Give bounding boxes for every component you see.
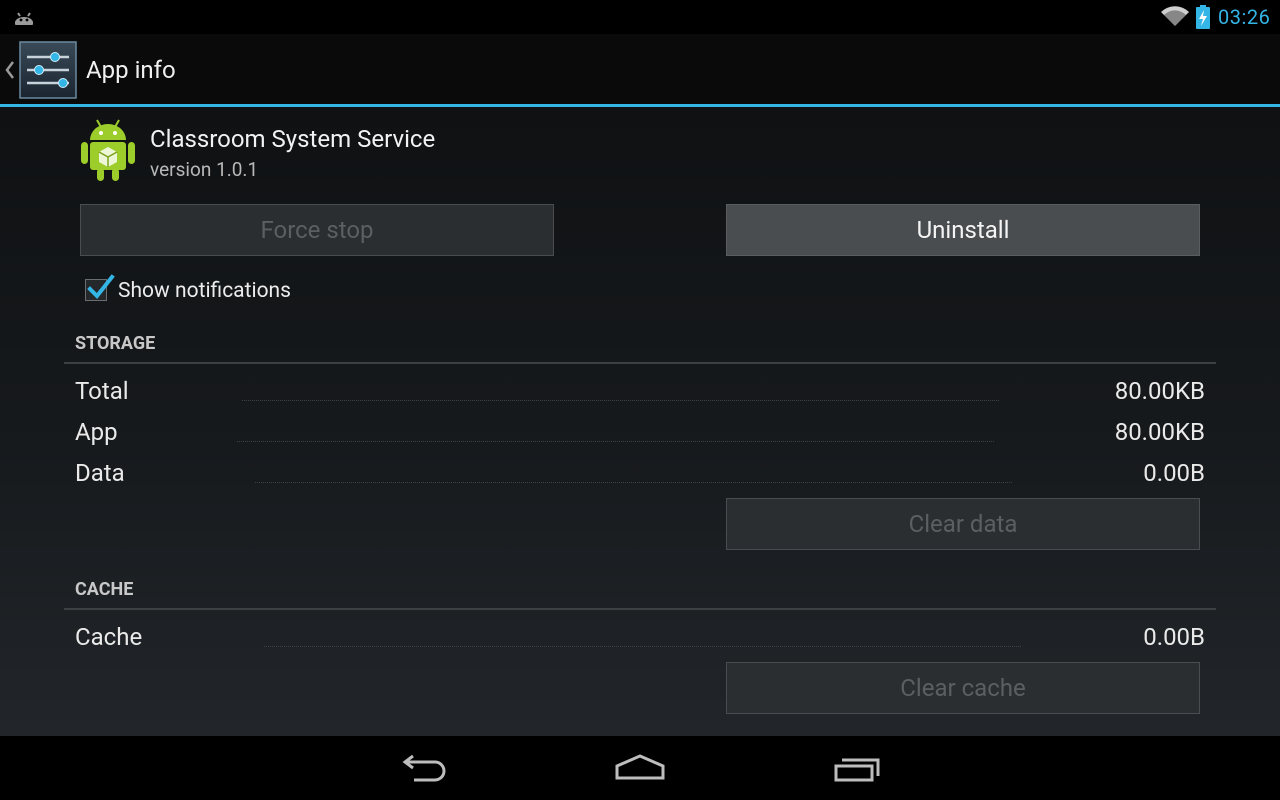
cache-value: 0.00B — [1143, 623, 1205, 651]
uninstall-button[interactable]: Uninstall — [726, 204, 1200, 256]
back-icon[interactable] — [389, 750, 459, 790]
storage-app-value: 80.00KB — [1114, 418, 1205, 446]
clear-cache-button[interactable]: Clear cache — [726, 662, 1200, 714]
checkmark-icon — [87, 274, 115, 300]
recent-apps-icon[interactable] — [822, 750, 892, 790]
storage-app-label: App — [75, 418, 118, 446]
row-dotted-leader — [264, 646, 1021, 647]
cache-divider — [64, 608, 1216, 610]
battery-charging-icon — [1196, 5, 1210, 33]
status-bar: 03:26 — [0, 0, 1280, 34]
row-dotted-leader — [255, 482, 1012, 483]
app-version: version 1.0.1 — [150, 158, 259, 181]
cache-section-header: CACHE — [75, 579, 134, 600]
status-clock: 03:26 — [1218, 5, 1271, 29]
page-title[interactable]: App info — [86, 56, 176, 84]
storage-section-header: STORAGE — [75, 333, 156, 354]
storage-total-label: Total — [75, 377, 129, 405]
row-dotted-leader — [242, 400, 999, 401]
settings-sliders-icon[interactable] — [19, 41, 77, 99]
force-stop-button[interactable]: Force stop — [80, 204, 554, 256]
storage-divider — [64, 362, 1216, 364]
clear-data-button[interactable]: Clear data — [726, 498, 1200, 550]
app-info-content: Classroom System Service version 1.0.1 F… — [0, 107, 1280, 736]
wifi-icon — [1160, 5, 1190, 31]
up-caret-icon[interactable] — [4, 60, 16, 84]
navigation-bar — [0, 736, 1280, 800]
show-notifications-checkbox[interactable] — [85, 274, 115, 301]
show-notifications-label: Show notifications — [118, 279, 291, 303]
cache-label: Cache — [75, 623, 143, 651]
storage-data-value: 0.00B — [1143, 459, 1205, 487]
row-dotted-leader — [237, 441, 994, 442]
android-debug-icon — [12, 7, 36, 31]
storage-data-label: Data — [75, 459, 125, 487]
storage-total-value: 80.00KB — [1114, 377, 1205, 405]
android-icon — [80, 118, 136, 186]
app-name: Classroom System Service — [150, 125, 436, 153]
home-icon[interactable] — [605, 750, 675, 790]
action-bar: App info — [0, 34, 1280, 107]
